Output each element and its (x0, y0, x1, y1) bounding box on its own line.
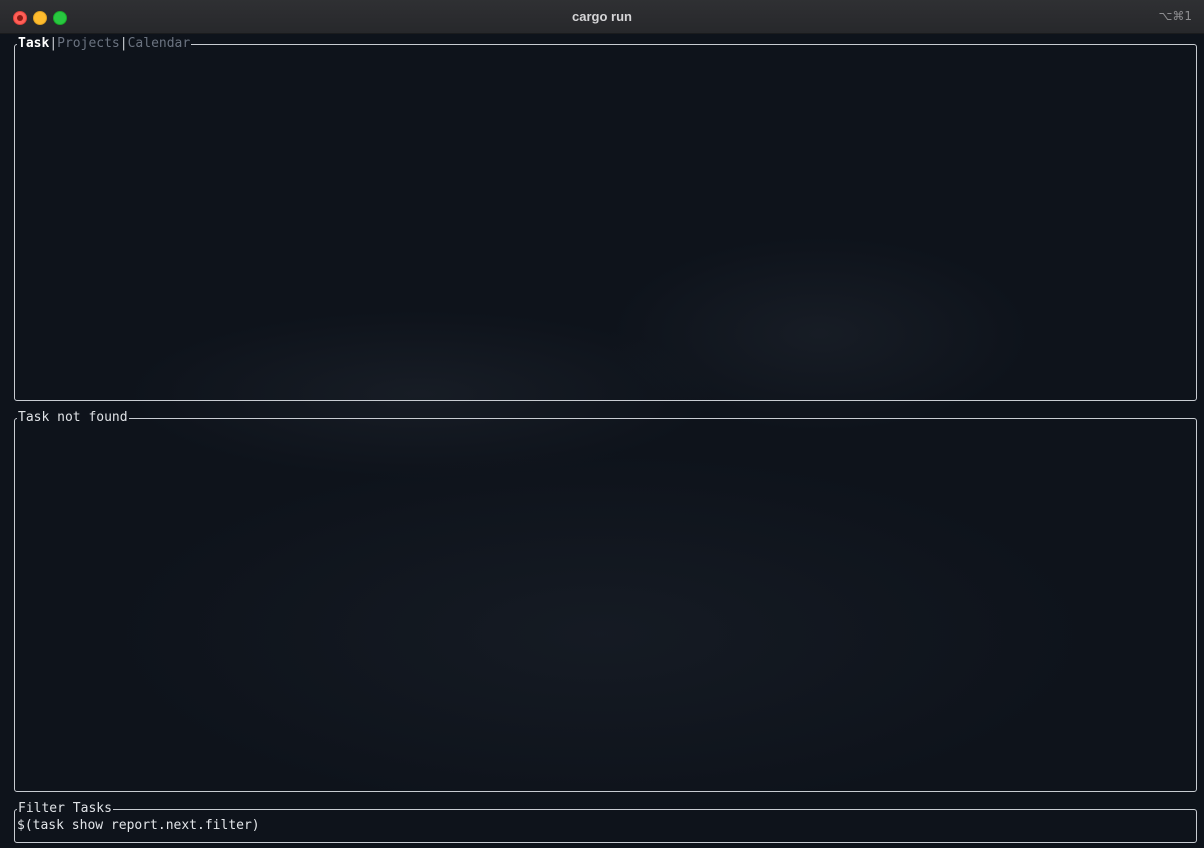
filter-pane-title: Filter Tasks (17, 801, 113, 817)
tab-projects[interactable]: Projects (57, 36, 120, 51)
task-detail-title-text: Task not found (17, 410, 129, 425)
filter-pane[interactable]: Filter Tasks $(task show report.next.fil… (14, 801, 1197, 843)
filter-input[interactable]: $(task show report.next.filter) (17, 818, 260, 834)
tab-bar: Task|Projects|Calendar (17, 36, 192, 52)
tab-separator: | (119, 36, 128, 51)
window-titlebar: cargo run ⌥⌘1 (0, 0, 1204, 34)
tab-separator: | (49, 36, 58, 51)
window-title: cargo run (572, 9, 632, 24)
tab-calendar[interactable]: Calendar (128, 36, 191, 51)
tab-task[interactable]: Task (18, 36, 49, 51)
task-list-pane: Task|Projects|Calendar (14, 36, 1197, 401)
task-detail-pane: Task not found (14, 410, 1197, 792)
filter-pane-title-text: Filter Tasks (17, 801, 113, 816)
window-shortcut-label: ⌥⌘1 (1158, 9, 1192, 23)
task-detail-title: Task not found (17, 410, 129, 426)
terminal-area: Task|Projects|Calendar Task not found Fi… (0, 34, 1204, 848)
